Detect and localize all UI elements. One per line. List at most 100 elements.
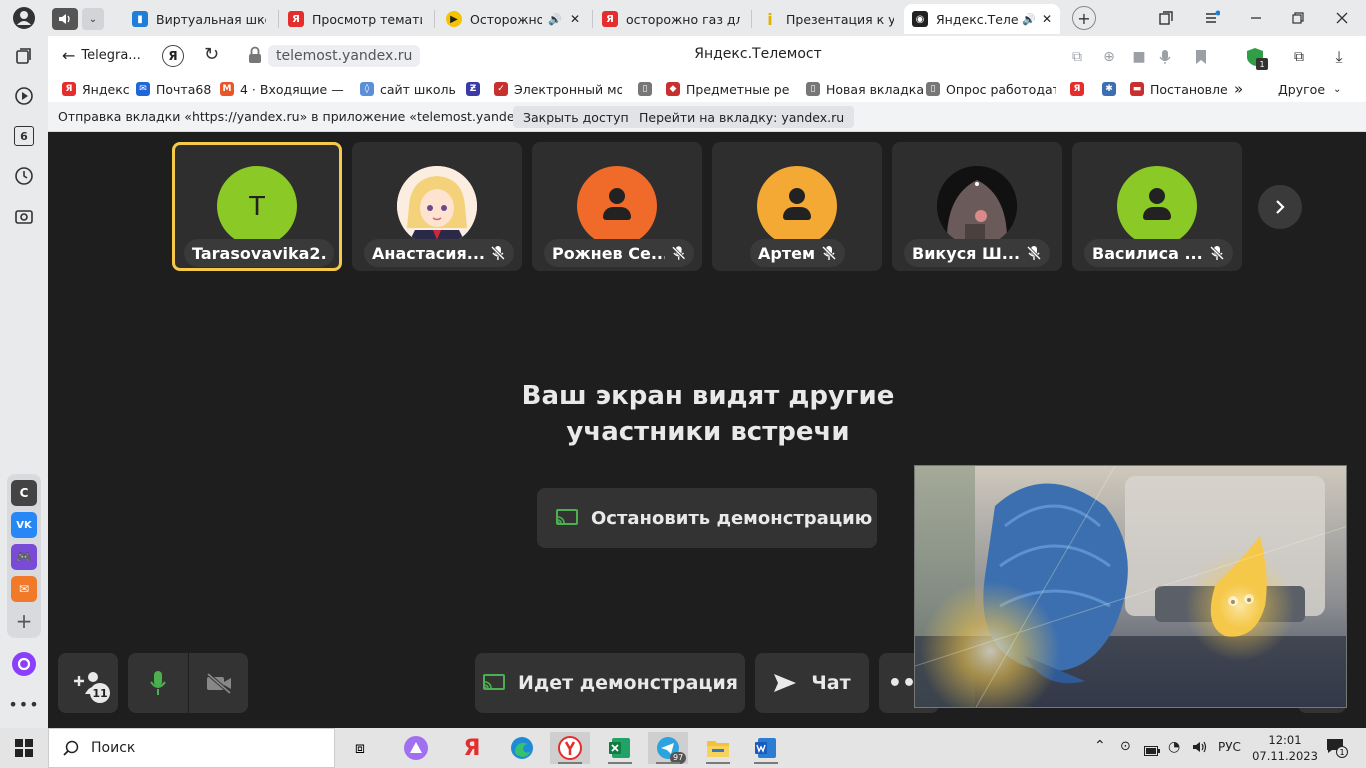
clock[interactable]: 12:01 07.11.2023 — [1252, 732, 1318, 764]
participant-tile[interactable]: Викуся Ш... — [892, 142, 1062, 271]
add-app-icon[interactable]: + — [11, 608, 37, 634]
shared-video-preview[interactable] — [914, 465, 1347, 708]
tab-topics[interactable]: Я Просмотр тематич — [280, 4, 430, 34]
mail-icon[interactable]: ✉ — [11, 576, 37, 602]
reload-icon[interactable]: ↻ — [204, 44, 219, 65]
vk-icon[interactable]: VK — [11, 512, 37, 538]
bookmark-icon-only[interactable]: Ƶ — [466, 80, 486, 98]
avatar-default — [757, 166, 837, 246]
close-access-button[interactable]: Закрыть доступ — [513, 106, 639, 128]
bookmark-employer-survey[interactable]: ▯ Опрос работодате — [926, 80, 1056, 98]
microphone-icon[interactable] — [1154, 46, 1176, 68]
tab-close-icon[interactable]: ✕ — [570, 12, 580, 26]
participant-tile[interactable]: T Tarasovavika2... — [172, 142, 342, 271]
battery-icon[interactable] — [1144, 741, 1160, 760]
close-window-icon[interactable] — [1330, 6, 1354, 30]
download-icon[interactable]: ⤓ — [1328, 46, 1350, 68]
microphone-toggle[interactable] — [128, 653, 188, 713]
task-view-icon[interactable]: ⧈ — [340, 732, 380, 764]
volume-icon[interactable] — [1192, 739, 1208, 758]
word-icon[interactable] — [746, 732, 786, 764]
tray-icon-1[interactable]: ⊙ — [1120, 739, 1131, 754]
wifi-icon[interactable]: ◔ — [1168, 739, 1180, 755]
tab-close-icon[interactable]: ✕ — [1042, 12, 1052, 26]
tab-sound-control[interactable]: ⌄ — [52, 4, 108, 34]
alice-taskbar-icon[interactable] — [396, 732, 436, 764]
bookmark-yandex[interactable]: Я Яндекс — [62, 80, 134, 98]
bookmarks-more-button[interactable]: » — [1234, 80, 1248, 98]
alice-icon[interactable] — [10, 650, 38, 678]
show-hidden-icons-button[interactable]: ⌃ — [1094, 738, 1106, 754]
bookmark-favicon: ✱ — [1102, 82, 1116, 96]
minimize-icon[interactable] — [1244, 6, 1268, 30]
notifications-button[interactable]: 1 — [1326, 738, 1348, 758]
url-field[interactable]: telemost.yandex.ru — [268, 45, 421, 67]
more-icon[interactable]: ••• — [8, 690, 38, 718]
bookmark-new-tab[interactable]: ▯ Новая вкладка — [806, 80, 926, 98]
taskbar-search[interactable]: Поиск — [48, 728, 335, 768]
camera-icon[interactable]: ■ — [1128, 46, 1150, 68]
stop-demonstration-button[interactable]: Остановить демонстрацию — [537, 488, 877, 548]
bookmark-school-site[interactable]: ◊ сайт школы — [360, 80, 456, 98]
bookmark-page-icon[interactable]: ▯ — [638, 80, 658, 98]
file-explorer-icon[interactable] — [698, 732, 738, 764]
excel-icon[interactable] — [600, 732, 640, 764]
translate-icon[interactable]: ⧉ — [1066, 46, 1088, 68]
participant-tile[interactable]: Рожнев Се... — [532, 142, 702, 271]
bookmark-icon[interactable] — [1190, 46, 1212, 68]
sidebar-app-c[interactable]: С — [11, 480, 37, 506]
tab-share-infobar: Отправка вкладки «https://yandex.ru» в п… — [48, 102, 1366, 132]
collections-icon[interactable] — [10, 42, 38, 70]
yandex-button[interactable]: Я — [162, 45, 184, 67]
tab-careful-video[interactable]: ▶ Осторожно г 🔊 ✕ — [438, 4, 588, 34]
tab-telemost[interactable]: ◉ Яндекс.Телем 🔊 ✕ — [904, 4, 1060, 34]
tabs-count-icon[interactable]: 6 — [10, 122, 38, 150]
screenshot-icon[interactable] — [10, 202, 38, 230]
tab-presentation[interactable]: i Презентация к уро — [754, 4, 902, 34]
demonstration-button[interactable]: Идет демонстрация — [475, 653, 745, 713]
protect-extension-icon[interactable]: 1 — [1244, 46, 1268, 70]
page-title: Яндекс.Телемост — [694, 46, 822, 62]
games-icon[interactable]: 🎮 — [11, 544, 37, 570]
bookmark-electronic-monitoring[interactable]: ✓ Электронный мон — [494, 80, 622, 98]
edge-icon[interactable] — [502, 732, 542, 764]
tab-audio-icon[interactable]: 🔊 — [548, 13, 562, 26]
restore-icon[interactable] — [1286, 6, 1310, 30]
telegram-icon[interactable]: 97 — [648, 732, 688, 764]
bookmark-label: Постановле — [1150, 81, 1228, 97]
next-participants-button[interactable] — [1258, 185, 1302, 229]
yandex-browser-taskbar-icon[interactable] — [550, 732, 590, 764]
extensions-icon[interactable]: ⧉ — [1288, 46, 1310, 68]
profile-icon[interactable] — [10, 4, 38, 32]
back-button[interactable]: ← Telegra... — [62, 46, 141, 65]
history-icon[interactable] — [10, 162, 38, 190]
menu-icon[interactable] — [1200, 6, 1224, 30]
new-tab-button[interactable]: + — [1072, 6, 1096, 30]
participant-tile[interactable]: Василиса ... — [1072, 142, 1242, 271]
participant-tile[interactable]: Анастасия... — [352, 142, 522, 271]
bookmark-yandex-2[interactable]: Я — [1070, 80, 1090, 98]
tab-favicon: ◉ — [912, 11, 928, 27]
participant-tile[interactable]: Артем — [712, 142, 882, 271]
media-icon[interactable] — [10, 82, 38, 110]
chat-button[interactable]: Чат — [755, 653, 869, 713]
bookmark-subject-results[interactable]: ◆ Предметные резу — [666, 80, 790, 98]
bookmark-label: Почта68 — [156, 81, 212, 97]
start-button[interactable] — [4, 732, 44, 764]
bookmark-inbox[interactable]: М 4 · Входящие — Я — [220, 80, 346, 98]
go-to-tab-button[interactable]: Перейти на вкладку: yandex.ru — [629, 106, 855, 128]
tab-virtual-school[interactable]: ▮ Виртуальная школ — [124, 4, 274, 34]
yandex-taskbar-icon[interactable]: Я — [452, 732, 492, 764]
zoom-icon[interactable]: ⊕ — [1098, 46, 1120, 68]
bookmark-resolutions[interactable]: ▬ Постановле — [1130, 80, 1236, 98]
tab-manager-icon[interactable] — [1154, 6, 1178, 30]
camera-toggle[interactable] — [189, 653, 248, 713]
lock-icon[interactable] — [248, 46, 262, 68]
bookmarks-other-folder[interactable]: Другое ⌄ — [1278, 80, 1348, 98]
tab-audio-icon[interactable]: 🔊 — [1022, 13, 1036, 26]
bookmark-mail68[interactable]: ✉ Почта68 — [136, 80, 222, 98]
invite-participants-button[interactable]: 11 — [58, 653, 118, 713]
bookmark-slack[interactable]: ✱ — [1102, 80, 1122, 98]
language-indicator[interactable]: РУС — [1218, 740, 1241, 754]
tab-gas[interactable]: Я осторожно газ для — [594, 4, 748, 34]
